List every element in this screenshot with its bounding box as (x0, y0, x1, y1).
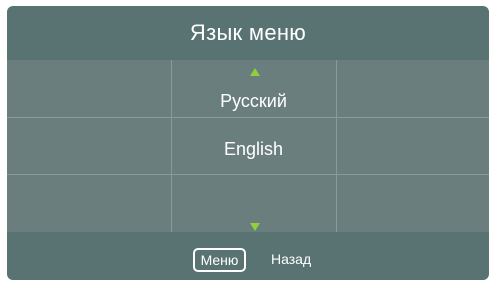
column-divider-right (336, 60, 337, 232)
scroll-down-icon[interactable] (250, 223, 260, 231)
language-option-english[interactable]: English (171, 139, 336, 160)
menu-language-dialog: Язык меню Русский English Меню Назад (7, 6, 489, 280)
dialog-header: Язык меню (7, 6, 489, 60)
menu-button[interactable]: Меню (193, 248, 246, 272)
scroll-up-icon[interactable] (250, 68, 260, 76)
dialog-title: Язык меню (189, 20, 307, 45)
row-divider-2 (7, 174, 489, 175)
back-label[interactable]: Назад (271, 251, 311, 267)
language-option-russian[interactable]: Русский (171, 91, 336, 112)
row-divider-1 (7, 117, 489, 118)
dialog-footer: Меню Назад (7, 232, 489, 280)
language-list: Русский English (7, 60, 489, 232)
